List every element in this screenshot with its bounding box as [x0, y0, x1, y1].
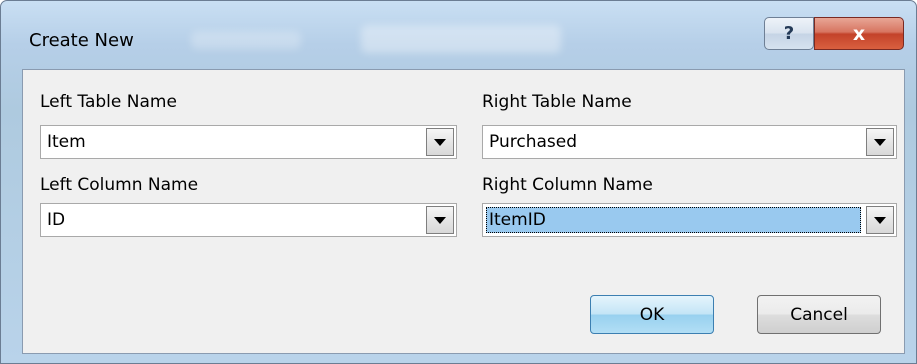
chevron-down-icon	[874, 138, 886, 146]
chevron-down-icon	[434, 138, 446, 146]
cancel-button[interactable]: Cancel	[757, 295, 881, 334]
right-table-combobox[interactable]: Purchased	[482, 125, 897, 159]
right-table-dropdown-button[interactable]	[866, 128, 894, 156]
dialog-content: Left Table Name Item Right Table Name Pu…	[22, 69, 905, 354]
left-table-label: Left Table Name	[40, 92, 177, 112]
ok-button[interactable]: OK	[590, 295, 714, 334]
right-column-label: Right Column Name	[482, 175, 653, 195]
help-button[interactable]: ?	[764, 17, 814, 50]
left-table-value: Item	[47, 132, 86, 152]
right-column-dropdown-button[interactable]	[866, 206, 894, 234]
help-icon: ?	[783, 23, 795, 44]
window-title: Create New	[29, 30, 134, 51]
left-column-value: ID	[47, 210, 66, 230]
close-button[interactable]: x	[814, 17, 904, 50]
right-table-value: Purchased	[489, 132, 577, 152]
close-icon: x	[852, 22, 866, 45]
right-table-label: Right Table Name	[482, 92, 632, 112]
right-column-value: ItemID	[489, 210, 546, 230]
right-column-combobox[interactable]: ItemID	[482, 203, 897, 237]
dialog-window: Create New ? x Left Table Name Item Righ…	[0, 0, 917, 364]
title-bar[interactable]: Create New ? x	[1, 1, 916, 61]
chevron-down-icon	[874, 216, 886, 224]
left-column-label: Left Column Name	[40, 175, 199, 195]
left-column-combobox[interactable]: ID	[40, 203, 457, 237]
background-blur	[361, 25, 561, 53]
background-blur	[191, 31, 301, 49]
chevron-down-icon	[434, 216, 446, 224]
left-table-combobox[interactable]: Item	[40, 125, 457, 159]
left-table-dropdown-button[interactable]	[426, 128, 454, 156]
left-column-dropdown-button[interactable]	[426, 206, 454, 234]
